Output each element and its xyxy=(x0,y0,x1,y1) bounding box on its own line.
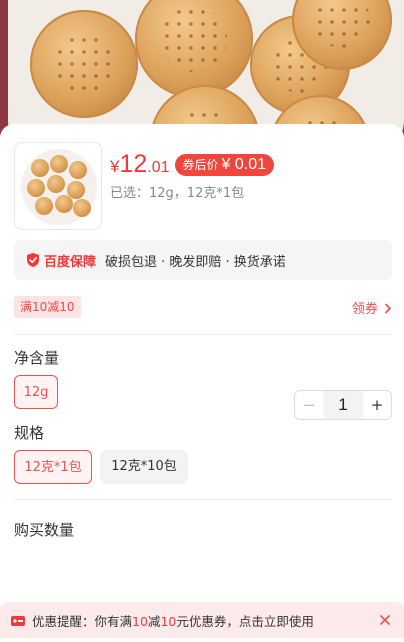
bell-icon xyxy=(10,613,26,627)
quantity-value[interactable]: 1 xyxy=(323,391,363,419)
selected-sku-text: 已选：12g，12克*1包 xyxy=(110,186,245,201)
product-thumbnail xyxy=(14,142,102,230)
quantity-label: 购买数量 xyxy=(14,521,75,539)
guarantee-bar[interactable]: 百度保障 破损包退 · 晚发即赔 · 换货承诺 xyxy=(14,240,392,280)
quantity-minus-button[interactable]: − xyxy=(295,391,323,419)
sku-selector-sheet: ¥12.01 券后价 ¥ 0.01 已选：12g，12克*1包 百度保障 破损包退… xyxy=(0,124,404,642)
product-hero-image xyxy=(0,0,404,140)
spec-group-title: 净含量 xyxy=(14,349,60,367)
quantity-stepper[interactable]: − 1 + xyxy=(294,390,392,420)
divider xyxy=(14,334,392,335)
small-close-icon[interactable] xyxy=(378,612,392,626)
spec-option-10-pack[interactable]: 12克*10包 xyxy=(100,450,188,484)
cookie xyxy=(30,10,138,118)
spec-option-12g[interactable]: 12g xyxy=(14,375,58,409)
price: ¥12.01 xyxy=(110,150,170,178)
quantity-plus-button[interactable]: + xyxy=(363,391,391,419)
divider xyxy=(14,499,392,500)
discount-tag: 满10减10 xyxy=(14,296,81,318)
coupon-notice-bar[interactable]: 优惠提醒：你有满10减10元优惠券，点击立即使用 xyxy=(0,602,404,638)
coupon-price-badge: 券后价 ¥ 0.01 xyxy=(174,153,275,176)
coupon-notice-text: 优惠提醒：你有满10减10元优惠券，点击立即使用 xyxy=(32,613,314,629)
guarantee-brand: 百度保障 xyxy=(44,254,97,270)
guarantee-items: 破损包退 · 晚发即赔 · 换货承诺 xyxy=(105,254,286,270)
spec-group-title: 规格 xyxy=(14,424,45,442)
chevron-right-icon xyxy=(385,303,392,314)
shield-icon xyxy=(26,252,40,268)
get-coupon-link[interactable]: 领券 xyxy=(352,298,392,317)
price-row: ¥12.01 券后价 ¥ 0.01 xyxy=(110,150,275,178)
spec-option-1-pack[interactable]: 12克*1包 xyxy=(14,450,92,484)
